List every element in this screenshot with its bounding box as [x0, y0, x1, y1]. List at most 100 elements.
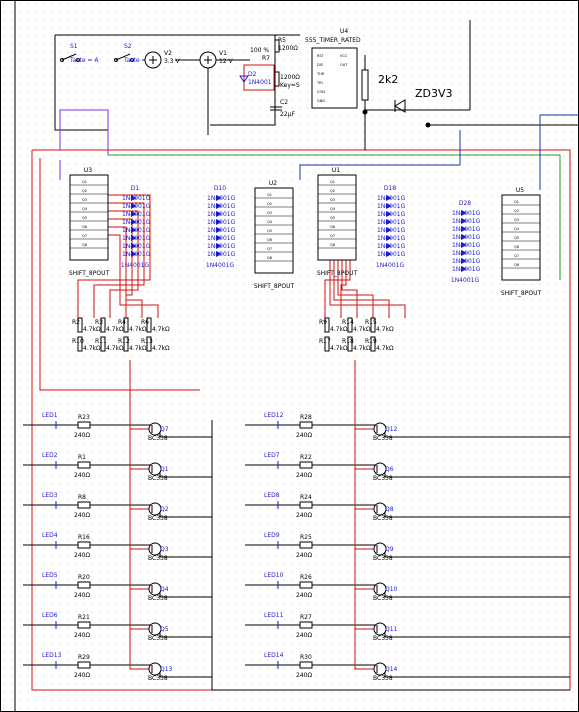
sr-pin: Q6 — [330, 225, 335, 229]
resistor-symbol — [299, 541, 313, 549]
resistor-ref: R8 — [78, 494, 86, 501]
base-wire — [129, 372, 155, 550]
source-value: 3.3 V — [164, 58, 180, 65]
timer-pin: GND — [317, 99, 325, 103]
transistor-part: BC338 — [148, 675, 168, 682]
d2-part: 1N4001 — [248, 79, 272, 86]
sr-pin: Q5 — [267, 229, 272, 233]
diode-array-part: 1N4001G — [206, 262, 235, 269]
shift-register-body — [501, 194, 541, 281]
led-ref: LED7 — [264, 452, 280, 459]
diode-part: 1N4001G — [452, 226, 481, 233]
sr-pin: Q1 — [514, 200, 519, 204]
diode-part: 1N4001G — [452, 250, 481, 257]
sr-part: SHIFT_8POUT — [69, 270, 110, 277]
resistor-ref: R12 — [118, 338, 130, 345]
zener-label: ZD3V3 — [415, 87, 453, 100]
resistor-value: 240Ω — [296, 672, 312, 679]
resistor-value: 240Ω — [296, 472, 312, 479]
resistor-symbol — [299, 661, 313, 669]
led-ref: LED2 — [42, 452, 58, 459]
diode-array-ref: D10 — [214, 185, 226, 192]
resistor-2k2-label: 2k2 — [378, 73, 398, 86]
diode-part: 1N4001G — [377, 235, 406, 242]
source-value: 12 V — [219, 58, 234, 65]
led-ref: LED11 — [264, 612, 284, 619]
sr-pin: Q5 — [82, 216, 87, 220]
switch-ref: S1 — [70, 43, 78, 50]
resistor-ref: R14 — [342, 319, 354, 326]
resistor-ref: R3 — [95, 319, 103, 326]
led-ref: LED12 — [264, 412, 284, 419]
transistor-part: BC338 — [373, 675, 393, 682]
base-wire — [354, 364, 380, 470]
resistor-value: 4.7kΩ — [330, 345, 348, 352]
resistor-value: 240Ω — [74, 432, 90, 439]
timer-pin: THR — [316, 72, 325, 76]
sr-pin: Q4 — [514, 227, 520, 231]
c2-ref: C2 — [280, 99, 288, 106]
sr-part: SHIFT_8POUT — [254, 283, 295, 290]
transistor-ref: Q10 — [385, 586, 398, 593]
transistor-ref: Q12 — [385, 426, 398, 433]
sr-pin: Q7 — [330, 234, 335, 238]
transistor-part: BC338 — [373, 475, 393, 482]
transistor-ref: Q4 — [160, 586, 169, 593]
sr-pin: Q7 — [82, 234, 87, 238]
sr-pin: Q3 — [514, 218, 519, 222]
sr-pin: Q3 — [330, 198, 335, 202]
diode-part: 1N4001G — [207, 235, 236, 242]
transistor-ref: Q9 — [385, 546, 394, 553]
resistor-ref: R10 — [72, 338, 84, 345]
r5-ref: R5 — [278, 37, 286, 44]
led-ref: LED8 — [264, 492, 280, 499]
diode-part: 1N4001G — [207, 219, 236, 226]
sr-pin: Q2 — [82, 189, 87, 193]
timer-pin: VCC — [340, 54, 348, 58]
resistor-value: 240Ω — [296, 632, 312, 639]
diode-array-ref: D18 — [384, 185, 396, 192]
sr-pin: Q6 — [514, 245, 519, 249]
sr-pin: Q8 — [514, 263, 519, 267]
purple-wire — [59, 109, 109, 155]
resistor-ref: R21 — [78, 614, 90, 621]
resistor-value: 4.7kΩ — [330, 326, 348, 333]
sr-part: SHIFT_8POUT — [501, 290, 542, 297]
led-row-ground — [384, 625, 570, 638]
timer-pin: RST — [317, 54, 325, 58]
diode-part: 1N4001G — [207, 211, 236, 218]
led-ref: LED9 — [264, 532, 280, 539]
resistor-ref: R13 — [141, 338, 153, 345]
diode-part: 1N4001G — [122, 251, 151, 258]
resistor-value: 240Ω — [296, 592, 312, 599]
transistor-ref: Q7 — [160, 426, 169, 433]
sr-part: SHIFT_8POUT — [317, 270, 358, 277]
transistor-part: BC338 — [373, 435, 393, 442]
diode-part: 1N4001G — [452, 234, 481, 241]
diode-part: 1N4001G — [207, 251, 236, 258]
led-row-ground — [384, 425, 570, 438]
sr-pin: Q2 — [330, 189, 335, 193]
r5-value: 1200Ω — [278, 45, 298, 52]
resistor-ref: R27 — [300, 614, 312, 621]
resistor-ref: R25 — [300, 534, 312, 541]
d2-ref: D2 — [248, 71, 257, 78]
diode-array-part: 1N4001G — [451, 277, 480, 284]
resistor-ref: R19 — [365, 338, 377, 345]
diode-part: 1N4001G — [377, 211, 406, 218]
transistor-ref: Q8 — [385, 506, 394, 513]
resistor-value: 4.7kΩ — [83, 326, 101, 333]
diode-part: 1N4001G — [122, 203, 151, 210]
transistor-ref: Q2 — [160, 506, 169, 513]
diode-part: 1N4001G — [452, 266, 481, 273]
resistor-symbol — [299, 421, 313, 429]
resistor-symbol — [274, 71, 280, 87]
diode-part: 1N4001G — [207, 227, 236, 234]
resistor-value: 4.7kΩ — [129, 345, 147, 352]
transistor-part: BC338 — [373, 555, 393, 562]
diode-part: 1N4001G — [122, 227, 151, 234]
resistor-ref: R17 — [319, 338, 331, 345]
sr-pin: Q4 — [267, 220, 273, 224]
diode-part: 1N4001G — [452, 218, 481, 225]
timer-pin: TRI — [316, 81, 323, 85]
